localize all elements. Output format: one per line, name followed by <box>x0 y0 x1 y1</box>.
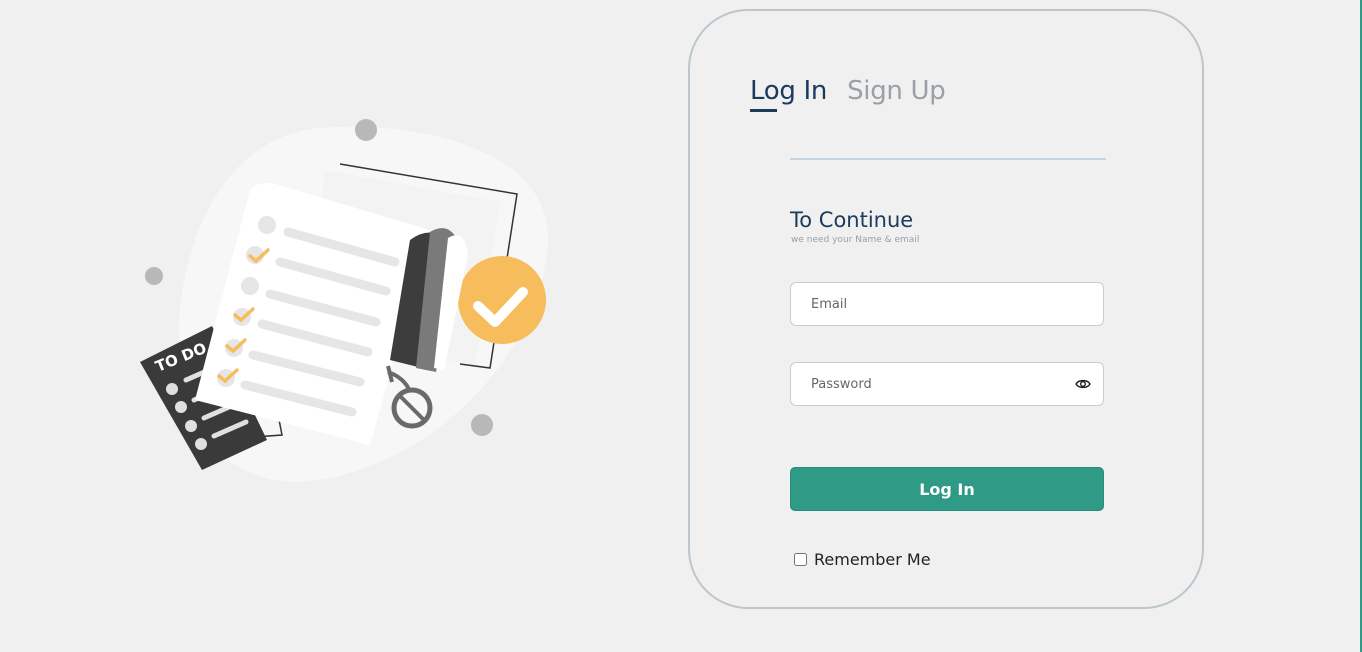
auth-tabs: Log In Sign Up <box>750 71 946 112</box>
login-card: Log In Sign Up To Continue we need your … <box>688 9 1204 609</box>
tab-signup[interactable]: Sign Up <box>847 71 946 111</box>
email-field[interactable] <box>790 282 1104 326</box>
form-subheading: we need your Name & email <box>791 235 920 245</box>
decor-dot <box>355 119 377 141</box>
decor-dot <box>145 267 163 285</box>
eye-icon[interactable] <box>1075 376 1091 392</box>
divider <box>790 158 1106 160</box>
remember-me-label: Remember Me <box>814 550 931 569</box>
login-page: TO DO Log In Sign Up To Continue we need… <box>0 0 1362 652</box>
todo-illustration: TO DO <box>140 119 549 482</box>
form-heading: To Continue <box>790 208 914 232</box>
tab-login[interactable]: Log In <box>750 71 827 112</box>
remember-me[interactable]: Remember Me <box>794 550 931 569</box>
password-field[interactable] <box>790 362 1104 406</box>
login-button[interactable]: Log In <box>790 467 1104 511</box>
remember-me-checkbox[interactable] <box>794 553 807 566</box>
decor-dot <box>471 414 493 436</box>
check-badge-icon <box>458 256 546 344</box>
